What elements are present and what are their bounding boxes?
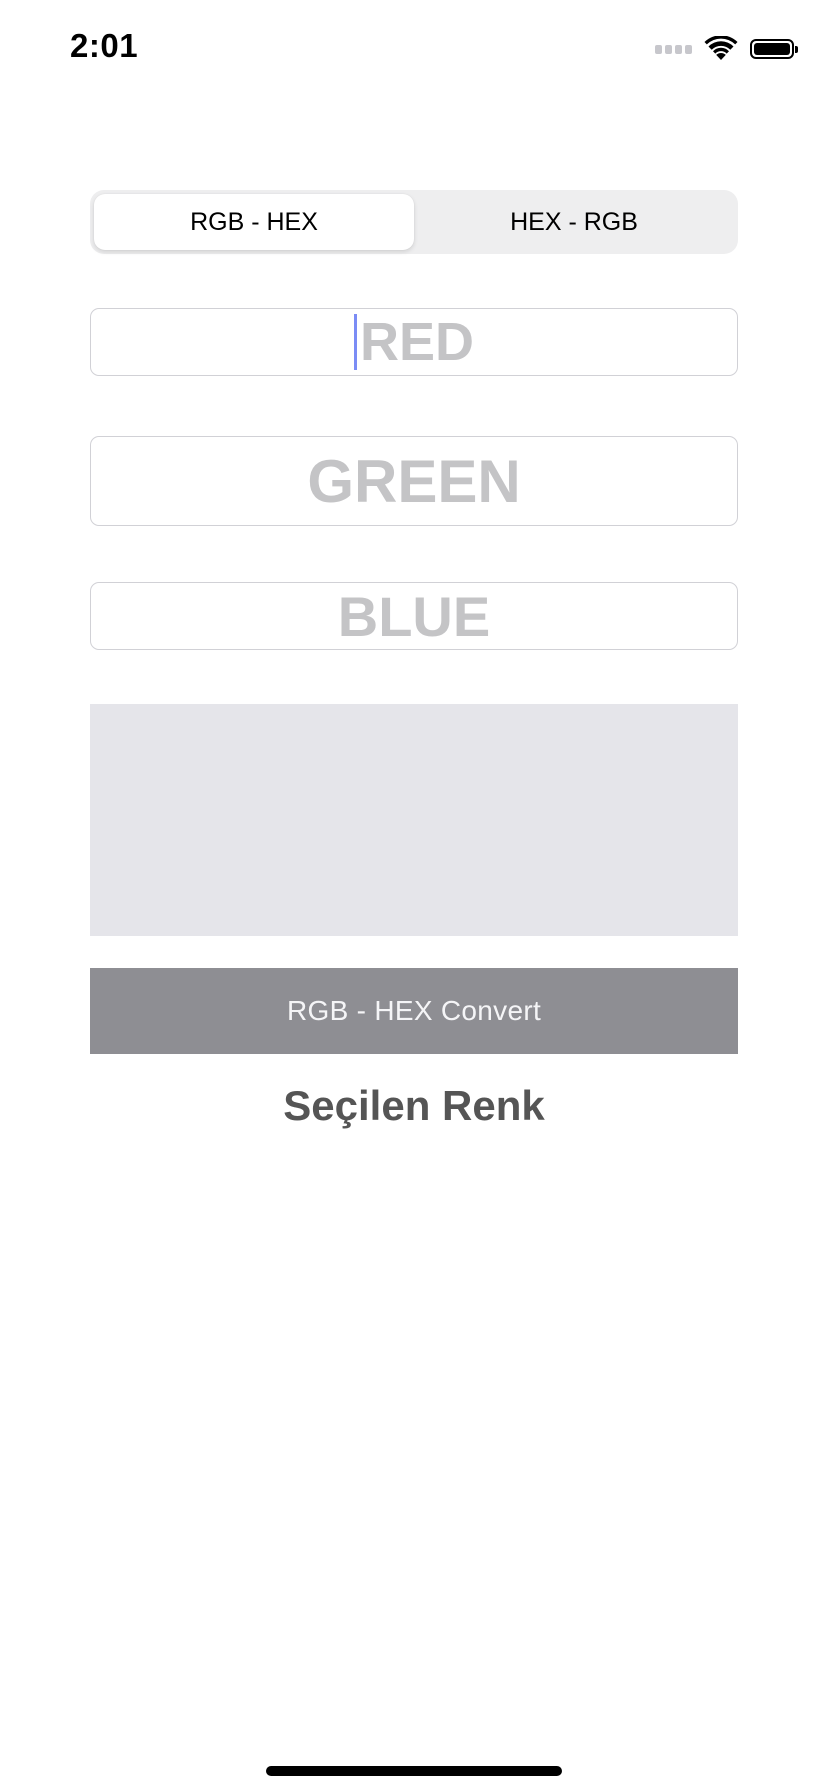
home-indicator[interactable]	[266, 1766, 562, 1776]
blue-input-placeholder: BLUE	[337, 584, 491, 648]
red-input[interactable]: RED	[90, 308, 738, 376]
segment-hex-rgb[interactable]: HEX - RGB	[414, 194, 734, 250]
status-time: 2:01	[70, 27, 139, 64]
blue-input[interactable]: BLUE	[90, 582, 738, 650]
selected-color-label: Seçilen Renk	[283, 1082, 545, 1129]
signal-dots-icon	[655, 44, 692, 54]
convert-button[interactable]: RGB - HEX Convert	[90, 968, 738, 1054]
text-cursor	[353, 314, 357, 370]
red-input-placeholder: RED	[359, 312, 474, 372]
wifi-icon	[704, 36, 738, 60]
green-input[interactable]: GREEN	[90, 436, 738, 526]
status-icons	[655, 36, 798, 62]
green-input-placeholder: GREEN	[307, 447, 521, 515]
battery-icon	[750, 39, 798, 59]
segment-rgb-hex[interactable]: RGB - HEX	[94, 194, 414, 250]
mode-segmented-control[interactable]: RGB - HEX HEX - RGB	[90, 190, 738, 254]
color-preview	[90, 704, 738, 936]
